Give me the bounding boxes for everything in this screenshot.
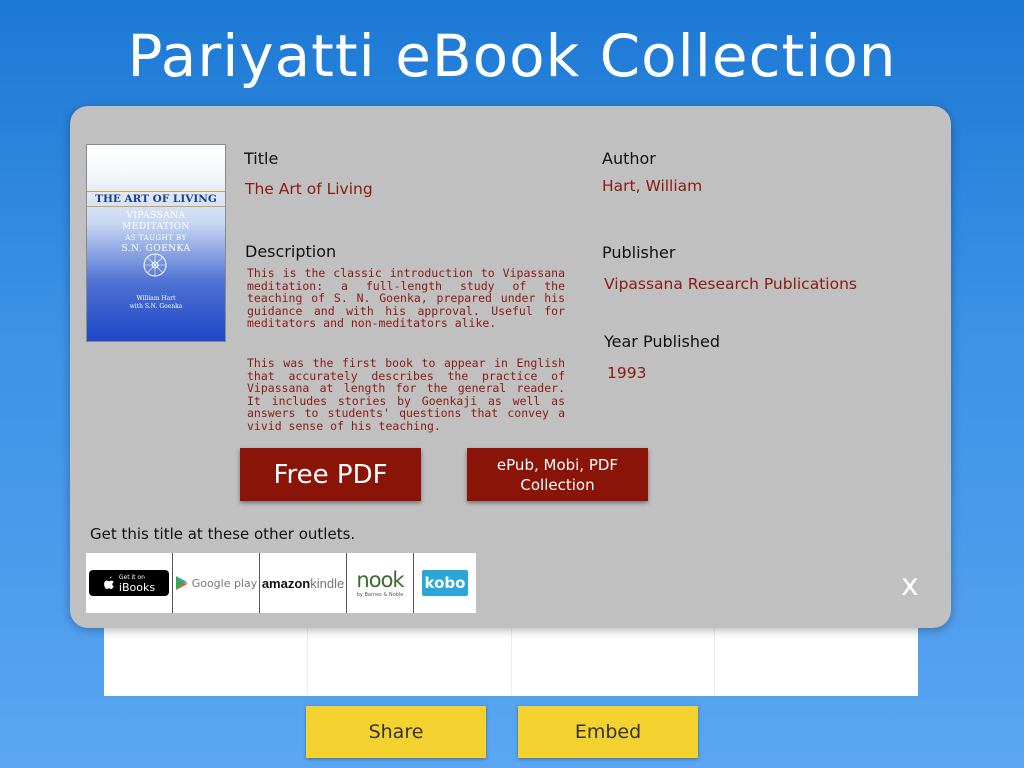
collection-button-line: ePub, Mobi, PDF — [496, 455, 619, 474]
google-play-text: Google play — [191, 576, 258, 590]
free-pdf-button[interactable]: Free PDF — [240, 448, 421, 501]
google-play-link[interactable]: Google play — [173, 553, 260, 613]
book-cover: THE ART OF LIVING VIPASSANA MEDITATION A… — [86, 144, 226, 342]
description-label: Description — [245, 242, 337, 261]
cover-subtitle-line: MEDITATION — [122, 222, 190, 232]
nook-text: nook — [356, 568, 404, 592]
collection-button-line: Collection — [520, 475, 595, 494]
cover-author: William Hart with S.N. Goenka — [87, 295, 225, 311]
close-button[interactable]: X — [901, 568, 919, 603]
outlets-label: Get this title at these other outlets. — [90, 525, 356, 543]
author-value: Hart, William — [602, 177, 703, 195]
google-play-icon — [175, 576, 188, 590]
kobo-text: kobo — [424, 574, 466, 592]
page-title: Pariyatti eBook Collection — [127, 22, 897, 90]
amazon-kindle-link[interactable]: amazon kindle — [260, 553, 347, 613]
cover-title: THE ART OF LIVING — [87, 191, 225, 207]
description-paragraph: This was the first book to appear in Eng… — [247, 356, 565, 433]
publisher-label: Publisher — [602, 243, 676, 262]
cover-author-line: with S.N. Goenka — [129, 303, 183, 310]
outlets-bar: Get it on iBooks Google play amazon kindl… — [86, 553, 476, 613]
ibooks-link[interactable]: Get it on iBooks — [86, 553, 173, 613]
embed-button[interactable]: Embed — [518, 706, 698, 758]
amazon-text: amazon — [261, 575, 311, 591]
kobo-link[interactable]: kobo — [414, 553, 476, 613]
nook-link[interactable]: nook by Barnes & Noble — [347, 553, 414, 613]
cover-subtitle: VIPASSANA MEDITATION AS TAUGHT BY S.N. G… — [87, 211, 225, 255]
nook-small-text: by Barnes & Noble — [356, 592, 404, 598]
description-paragraph: This is the classic introduction to Vipa… — [247, 266, 565, 331]
apple-icon — [104, 576, 114, 589]
collection-button[interactable]: ePub, Mobi, PDF Collection — [467, 448, 648, 501]
share-button[interactable]: Share — [306, 706, 486, 758]
title-label: Title — [244, 149, 279, 168]
ibooks-big-text: iBooks — [118, 581, 156, 594]
author-label: Author — [602, 149, 656, 168]
cover-subtitle-line: AS TAUGHT BY — [125, 234, 187, 242]
publisher-value: Vipassana Research Publications — [604, 275, 857, 293]
kindle-text: kindle — [310, 575, 345, 591]
title-value: The Art of Living — [245, 180, 373, 198]
year-label: Year Published — [604, 332, 720, 351]
dharma-wheel-icon — [143, 253, 167, 277]
ibooks-badge: Get it on iBooks — [89, 570, 169, 596]
cover-author-line: William Hart — [136, 295, 176, 302]
year-value: 1993 — [607, 364, 647, 382]
cover-subtitle-line: VIPASSANA — [126, 211, 186, 221]
book-detail-modal: THE ART OF LIVING VIPASSANA MEDITATION A… — [70, 106, 951, 628]
kobo-logo: kobo — [422, 570, 468, 596]
